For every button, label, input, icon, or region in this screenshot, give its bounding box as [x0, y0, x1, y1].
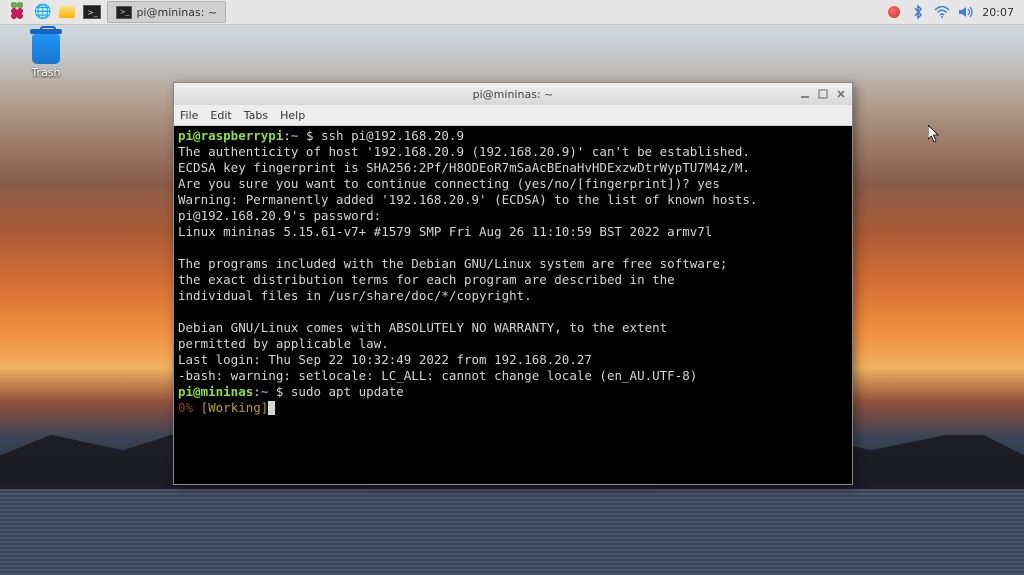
progress-label: [Working]: [201, 400, 269, 415]
command-ssh: ssh pi@192.168.20.9: [321, 128, 464, 143]
output-line: ECDSA key fingerprint is SHA256:2Pf/H8OD…: [178, 160, 750, 175]
terminal-content[interactable]: pi@raspberrypi:~ $ ssh pi@192.168.20.9 T…: [174, 126, 852, 484]
output-line: the exact distribution terms for each pr…: [178, 272, 675, 287]
trash-desktop-icon[interactable]: Trash: [22, 34, 70, 79]
command-apt: sudo apt update: [291, 384, 404, 399]
terminal-launcher[interactable]: >_: [79, 0, 105, 24]
record-indicator-icon[interactable]: [886, 4, 902, 20]
menu-edit[interactable]: Edit: [210, 109, 231, 122]
prompt-user: pi@mininas: [178, 384, 253, 399]
taskbar-window-label: pi@mininas: ~: [136, 6, 217, 19]
web-browser-launcher[interactable]: 🌐: [30, 0, 55, 24]
terminal-window: pi@mininas: ~ File Edit Tabs Help pi@ras…: [173, 82, 853, 485]
output-line: The programs included with the Debian GN…: [178, 256, 727, 271]
output-line: Last login: Thu Sep 22 10:32:49 2022 fro…: [178, 352, 592, 367]
trash-label: Trash: [22, 66, 70, 79]
prompt-user: pi@raspberrypi: [178, 128, 283, 143]
bluetooth-icon[interactable]: [910, 4, 926, 20]
output-line: Warning: Permanently added '192.168.20.9…: [178, 192, 757, 207]
menu-tabs[interactable]: Tabs: [244, 109, 268, 122]
menu-help[interactable]: Help: [280, 109, 305, 122]
terminal-icon: >_: [116, 6, 132, 19]
taskbar-clock[interactable]: 20:07: [982, 6, 1014, 19]
wallpaper-water: [0, 489, 1024, 575]
trash-icon: [32, 34, 60, 64]
taskbar: 🌐 >_ >_ pi@mininas: ~ 20:07: [0, 0, 1024, 25]
maximize-button[interactable]: [816, 87, 830, 101]
output-line: pi@192.168.20.9's password:: [178, 208, 381, 223]
terminal-cursor: [268, 401, 275, 415]
output-line: -bash: warning: setlocale: LC_ALL: canno…: [178, 368, 697, 383]
output-line: Debian GNU/Linux comes with ABSOLUTELY N…: [178, 320, 667, 335]
mouse-pointer-icon: [928, 125, 940, 143]
window-title: pi@mininas: ~: [174, 88, 852, 101]
output-line: permitted by applicable law.: [178, 336, 389, 351]
window-titlebar[interactable]: pi@mininas: ~: [174, 83, 852, 105]
output-line: individual files in /usr/share/doc/*/cop…: [178, 288, 532, 303]
menu-file[interactable]: File: [180, 109, 198, 122]
globe-icon: 🌐: [34, 4, 51, 20]
output-line: The authenticity of host '192.168.20.9 (…: [178, 144, 750, 159]
folder-icon: [59, 6, 75, 18]
raspberry-pi-logo-icon: [8, 3, 26, 21]
terminal-icon: >_: [83, 5, 101, 19]
progress-percent: 0%: [178, 400, 193, 415]
window-menubar: File Edit Tabs Help: [174, 105, 852, 126]
volume-icon[interactable]: [958, 4, 974, 20]
file-manager-launcher[interactable]: [55, 0, 79, 24]
close-button[interactable]: [834, 87, 848, 101]
wifi-icon[interactable]: [934, 4, 950, 20]
output-line: Are you sure you want to continue connec…: [178, 176, 720, 191]
taskbar-window-entry[interactable]: >_ pi@mininas: ~: [107, 1, 226, 23]
output-line: Linux mininas 5.15.61-v7+ #1579 SMP Fri …: [178, 224, 712, 239]
applications-menu-button[interactable]: [0, 0, 30, 24]
minimize-button[interactable]: [798, 87, 812, 101]
